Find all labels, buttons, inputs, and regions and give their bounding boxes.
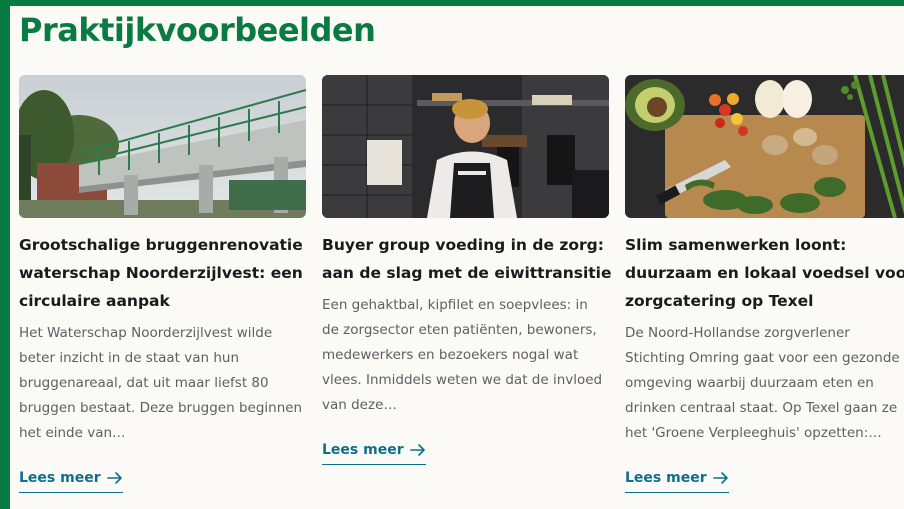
arrow-right-icon[interactable] bbox=[712, 472, 729, 484]
card-excerpt-line: de zorgsector eten patiënten, bewoners, bbox=[322, 322, 597, 338]
card-excerpt: Het Waterschap Noorderzijlvest wilde bet… bbox=[19, 321, 306, 446]
card-excerpt-line: het einde van… bbox=[19, 425, 126, 441]
card-excerpt-line: drinken centraal staat. Op Texel gaan ze bbox=[625, 400, 898, 416]
card-excerpt-line: Stichting Omring gaat voor een gezonde bbox=[625, 350, 900, 366]
card-title-line[interactable]: Grootschalige bruggenrenovatie bbox=[19, 231, 306, 259]
read-more-link[interactable]: Lees meer bbox=[625, 469, 729, 493]
card-excerpt-line: vlees. Inmiddels weten we dat de invloed bbox=[322, 372, 603, 388]
card-image[interactable] bbox=[19, 75, 306, 218]
card-title-line[interactable]: circulaire aanpak bbox=[19, 287, 306, 315]
card-excerpt-line: beter inzicht in de staat van hun bbox=[19, 350, 240, 366]
card-excerpt-line: het 'Groene Verpleeghuis' opzetten:… bbox=[625, 425, 882, 441]
card-image[interactable] bbox=[322, 75, 609, 218]
arrow-right-icon[interactable] bbox=[106, 472, 123, 484]
top-accent-bar bbox=[0, 0, 904, 6]
card-texel-catering[interactable]: Slim samenwerken loont: duurzaam en loka… bbox=[625, 75, 904, 493]
card-excerpt-line: bruggenareaal, dat uit maar liefst 80 bbox=[19, 375, 269, 391]
card-title-line[interactable]: duurzaam en lokaal voedsel voor bbox=[625, 259, 904, 287]
chef-kitchen-photo bbox=[322, 75, 609, 218]
card-buyer-group[interactable]: Buyer group voeding in de zorg: aan de s… bbox=[322, 75, 612, 465]
card-title-line[interactable]: waterschap Noorderzijlvest: een bbox=[19, 259, 306, 287]
card-excerpt-line: Een gehaktbal, kipfilet en soepvlees: in bbox=[322, 297, 588, 313]
arrow-right-icon[interactable] bbox=[409, 444, 426, 456]
page-title: Praktijkvoorbeelden bbox=[19, 11, 376, 49]
card-title-line[interactable]: aan de slag met de eiwittransitie bbox=[322, 259, 612, 287]
card-excerpt: Een gehaktbal, kipfilet en soepvlees: in… bbox=[322, 293, 609, 418]
card-excerpt: De Noord-Hollandse zorgverlener Stichtin… bbox=[625, 321, 904, 446]
card-excerpt-line: omgeving waarbij duurzaam eten en bbox=[625, 375, 874, 391]
card-title-line[interactable]: zorgcatering op Texel bbox=[625, 287, 904, 315]
vegetables-cutting-board-photo bbox=[625, 75, 904, 218]
card-title[interactable]: Grootschalige bruggenrenovatie waterscha… bbox=[19, 231, 306, 315]
card-title-line[interactable]: Slim samenwerken loont: bbox=[625, 231, 904, 259]
card-title-line[interactable]: Buyer group voeding in de zorg: bbox=[322, 231, 609, 259]
card-excerpt-line: bruggen bestaat. Deze bruggen beginnen bbox=[19, 400, 303, 416]
card-title[interactable]: Buyer group voeding in de zorg: aan de s… bbox=[322, 231, 612, 287]
card-excerpt-line: medewerkers en bezoekers nogal wat bbox=[322, 347, 579, 363]
card-excerpt-line: Het Waterschap Noorderzijlvest wilde bbox=[19, 325, 273, 341]
read-more-label[interactable]: Lees meer bbox=[322, 441, 404, 459]
card-title[interactable]: Slim samenwerken loont: duurzaam en loka… bbox=[625, 231, 904, 315]
read-more-link[interactable]: Lees meer bbox=[19, 469, 123, 493]
card-excerpt-line: van deze… bbox=[322, 397, 397, 413]
card-image[interactable] bbox=[625, 75, 904, 218]
read-more-label[interactable]: Lees meer bbox=[625, 469, 707, 487]
card-excerpt-line: De Noord-Hollandse zorgverlener bbox=[625, 325, 850, 341]
read-more-link[interactable]: Lees meer bbox=[322, 441, 426, 465]
card-bridge-renovation[interactable]: Grootschalige bruggenrenovatie waterscha… bbox=[19, 75, 306, 493]
bridge-photo bbox=[19, 75, 306, 218]
left-accent-bar bbox=[0, 0, 10, 509]
read-more-label[interactable]: Lees meer bbox=[19, 469, 101, 487]
